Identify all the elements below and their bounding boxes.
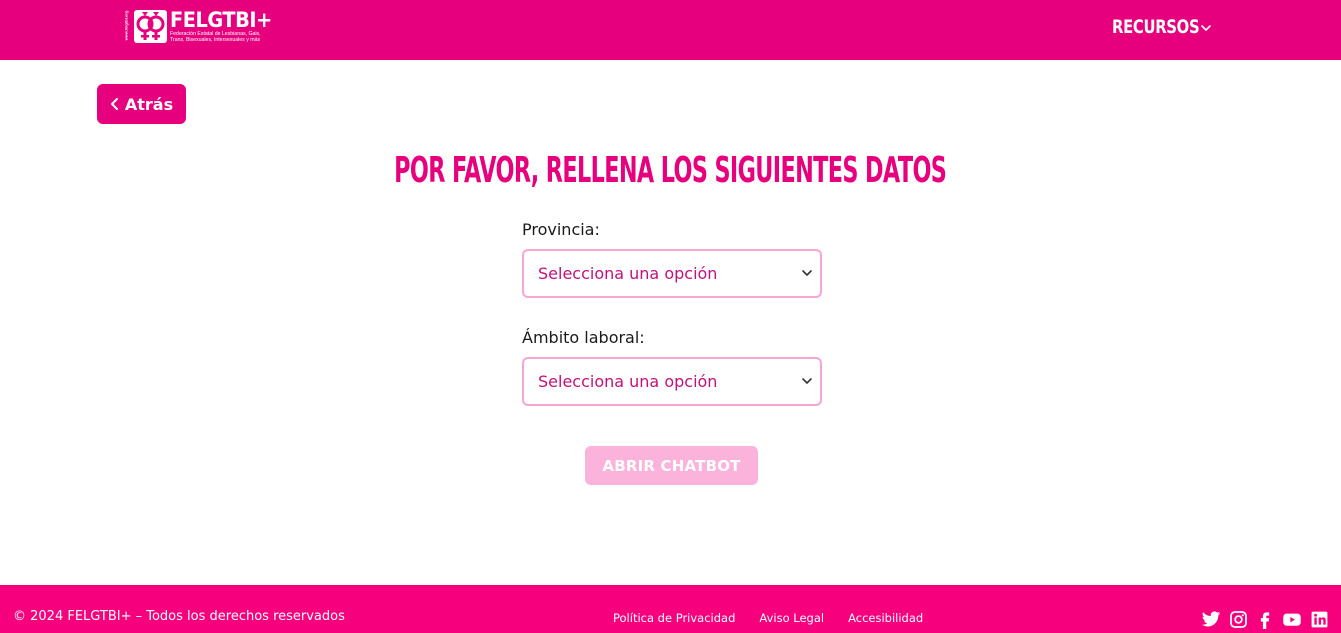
logo-mark-icon [134,10,167,43]
footer-links: Política de Privacidad Aviso Legal Acces… [613,611,947,625]
form-title: POR FAVOR, RELLENA LOS SIGUIENTES DATOS [394,150,947,191]
back-button[interactable]: Atrás [97,84,186,124]
accessibility-link[interactable]: Accesibilidad [848,611,923,625]
linkedin-icon[interactable] [1309,609,1329,629]
caret-down-icon [802,270,812,276]
nav-recursos-dropdown[interactable]: RECURSOS [1112,15,1212,39]
logo-name: FELGTBI+ [170,8,272,32]
instagram-icon[interactable] [1228,609,1248,629]
copyright-text: © 2024 FELGTBI+ – Todos los derechos res… [13,609,345,624]
twitter-icon[interactable] [1201,609,1221,629]
legal-notice-link[interactable]: Aviso Legal [759,611,824,625]
felgtbi-logo[interactable]: www.felgtbi.org FELGTBI+ Federación Esta… [123,8,281,49]
ambito-select[interactable]: Selecciona una opción [522,357,822,406]
nav-recursos-label: RECURSOS [1112,16,1200,38]
provincia-label: Provincia: [522,220,600,239]
caret-down-icon [802,378,812,384]
provincia-select-value: Selecciona una opción [538,264,718,283]
chevron-left-icon [110,98,118,110]
site-footer: © 2024 FELGTBI+ – Todos los derechos res… [0,585,1341,633]
logo-side-text: www.felgtbi.org [123,10,129,41]
ambito-select-value: Selecciona una opción [538,372,718,391]
privacy-policy-link[interactable]: Política de Privacidad [613,611,735,625]
provincia-select[interactable]: Selecciona una opción [522,249,822,298]
site-header: www.felgtbi.org FELGTBI+ Federación Esta… [0,0,1341,60]
chevron-down-icon [1201,25,1211,31]
back-button-label: Atrás [124,94,174,114]
social-links [1201,609,1336,629]
open-chatbot-button[interactable]: ABRIR CHATBOT [585,446,758,485]
ambito-label: Ámbito laboral: [522,328,645,347]
youtube-icon[interactable] [1282,609,1302,629]
logo-subtitle: Federación Estatal de Lesbianas, Gais, T… [170,31,261,43]
facebook-icon[interactable] [1255,609,1275,629]
